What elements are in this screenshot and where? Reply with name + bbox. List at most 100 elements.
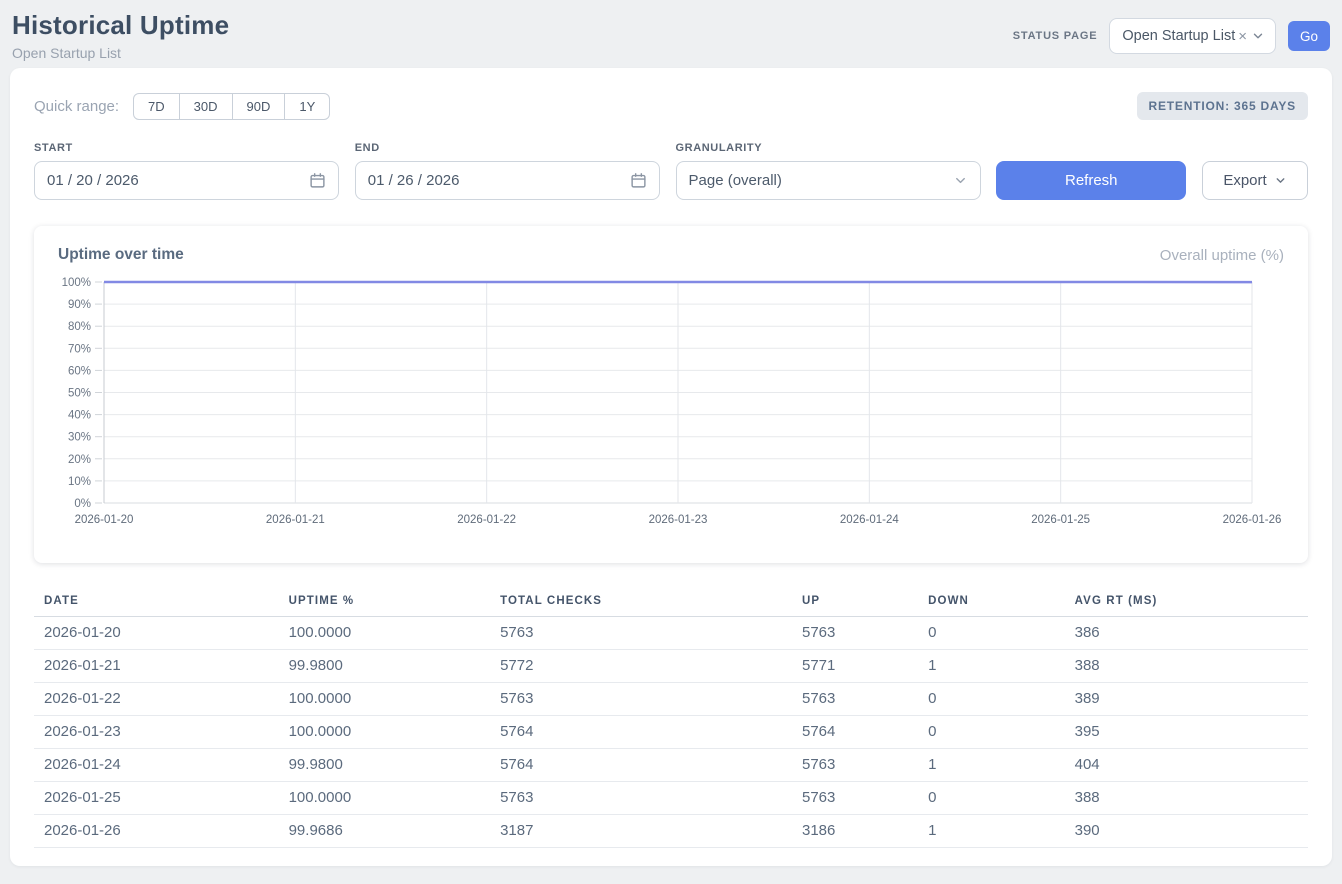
quick-range-30d[interactable]: 30D bbox=[179, 93, 233, 120]
calendar-icon[interactable] bbox=[630, 172, 647, 189]
table-cell: 388 bbox=[1065, 782, 1308, 815]
table-cell: 0 bbox=[918, 683, 1065, 716]
column-header-total-checks: TOTAL CHECKS bbox=[490, 587, 792, 617]
column-header-uptime-: UPTIME % bbox=[279, 587, 490, 617]
table-cell: 2026-01-24 bbox=[34, 749, 279, 782]
uptime-table: DATEUPTIME %TOTAL CHECKSUPDOWNAVG RT (MS… bbox=[34, 587, 1308, 848]
column-header-up: UP bbox=[792, 587, 918, 617]
uptime-chart-card: Uptime over time Overall uptime (%) 0%10… bbox=[34, 226, 1308, 563]
table-cell: 404 bbox=[1065, 749, 1308, 782]
end-date-input[interactable]: 01 / 26 / 2026 bbox=[355, 161, 660, 200]
svg-text:60%: 60% bbox=[68, 365, 91, 377]
svg-text:2026-01-22: 2026-01-22 bbox=[457, 514, 516, 526]
chart-header: Uptime over time Overall uptime (%) bbox=[58, 244, 1284, 274]
table-row: 2026-01-2499.9800576457631404 bbox=[34, 749, 1308, 782]
svg-text:80%: 80% bbox=[68, 321, 91, 333]
table-cell: 388 bbox=[1065, 650, 1308, 683]
table-cell: 0 bbox=[918, 716, 1065, 749]
clear-icon[interactable]: × bbox=[1238, 28, 1247, 45]
table-cell: 5764 bbox=[490, 749, 792, 782]
svg-text:40%: 40% bbox=[68, 410, 91, 422]
chart-legend: Overall uptime (%) bbox=[1160, 247, 1284, 264]
table-cell: 5763 bbox=[490, 782, 792, 815]
table-cell: 389 bbox=[1065, 683, 1308, 716]
table-cell: 100.0000 bbox=[279, 683, 490, 716]
granularity-select[interactable]: Page (overall) bbox=[676, 161, 981, 200]
table-cell: 386 bbox=[1065, 617, 1308, 650]
title-block: Historical Uptime Open Startup List bbox=[12, 10, 229, 61]
table-cell: 5772 bbox=[490, 650, 792, 683]
table-cell: 5763 bbox=[792, 749, 918, 782]
quick-range-7d[interactable]: 7D bbox=[133, 93, 180, 120]
table-cell: 100.0000 bbox=[279, 716, 490, 749]
quick-range-1y[interactable]: 1Y bbox=[284, 93, 330, 120]
main-panel: Quick range: 7D30D90D1Y RETENTION: 365 D… bbox=[10, 68, 1332, 866]
table-row: 2026-01-25100.0000576357630388 bbox=[34, 782, 1308, 815]
calendar-icon[interactable] bbox=[309, 172, 326, 189]
table-cell: 2026-01-22 bbox=[34, 683, 279, 716]
controls-row: START 01 / 20 / 2026 END 01 / 26 / 2026 … bbox=[34, 142, 1308, 200]
table-cell: 99.9800 bbox=[279, 650, 490, 683]
table-row: 2026-01-22100.0000576357630389 bbox=[34, 683, 1308, 716]
table-cell: 1 bbox=[918, 815, 1065, 848]
column-header-avg-rt-ms-: AVG RT (MS) bbox=[1065, 587, 1308, 617]
table-row: 2026-01-20100.0000576357630386 bbox=[34, 617, 1308, 650]
uptime-line-chart[interactable]: 0%10%20%30%40%50%60%70%80%90%100%2026-01… bbox=[58, 274, 1284, 536]
start-field: START 01 / 20 / 2026 bbox=[34, 142, 339, 200]
end-field: END 01 / 26 / 2026 bbox=[355, 142, 660, 200]
table-row: 2026-01-2699.9686318731861390 bbox=[34, 815, 1308, 848]
granularity-value: Page (overall) bbox=[689, 172, 782, 189]
granularity-label: GRANULARITY bbox=[676, 142, 981, 154]
table-cell: 5763 bbox=[792, 617, 918, 650]
table-cell: 99.9800 bbox=[279, 749, 490, 782]
quick-range-90d[interactable]: 90D bbox=[232, 93, 286, 120]
table-cell: 0 bbox=[918, 782, 1065, 815]
table-row: 2026-01-2199.9800577257711388 bbox=[34, 650, 1308, 683]
page-title: Historical Uptime bbox=[12, 10, 229, 41]
svg-text:2026-01-23: 2026-01-23 bbox=[649, 514, 708, 526]
table-cell: 100.0000 bbox=[279, 782, 490, 815]
end-date-value: 01 / 26 / 2026 bbox=[368, 172, 460, 189]
table-cell: 5763 bbox=[490, 617, 792, 650]
svg-text:2026-01-21: 2026-01-21 bbox=[266, 514, 325, 526]
page-header: Historical Uptime Open Startup List STAT… bbox=[0, 0, 1342, 68]
quick-range-row: Quick range: 7D30D90D1Y RETENTION: 365 D… bbox=[34, 92, 1308, 120]
table-cell: 5763 bbox=[792, 782, 918, 815]
export-button[interactable]: Export bbox=[1202, 161, 1308, 200]
svg-text:20%: 20% bbox=[68, 454, 91, 466]
table-cell: 0 bbox=[918, 617, 1065, 650]
table-cell: 2026-01-26 bbox=[34, 815, 279, 848]
table-cell: 3186 bbox=[792, 815, 918, 848]
table-cell: 2026-01-21 bbox=[34, 650, 279, 683]
table-cell: 5763 bbox=[490, 683, 792, 716]
table-cell: 3187 bbox=[490, 815, 792, 848]
svg-text:2026-01-20: 2026-01-20 bbox=[75, 514, 134, 526]
svg-text:10%: 10% bbox=[68, 476, 91, 488]
start-date-input[interactable]: 01 / 20 / 2026 bbox=[34, 161, 339, 200]
table-cell: 5764 bbox=[490, 716, 792, 749]
page-subtitle: Open Startup List bbox=[12, 45, 229, 61]
quick-range-group: 7D30D90D1Y bbox=[133, 93, 330, 120]
svg-text:2026-01-25: 2026-01-25 bbox=[1031, 514, 1090, 526]
chevron-down-icon bbox=[1251, 29, 1265, 43]
svg-text:70%: 70% bbox=[68, 343, 91, 355]
start-date-value: 01 / 20 / 2026 bbox=[47, 172, 139, 189]
table-cell: 5763 bbox=[792, 683, 918, 716]
table-cell: 2026-01-20 bbox=[34, 617, 279, 650]
header-actions: STATUS PAGE Open Startup List × Go bbox=[1013, 18, 1330, 54]
svg-text:50%: 50% bbox=[68, 388, 91, 400]
table-cell: 390 bbox=[1065, 815, 1308, 848]
go-button[interactable]: Go bbox=[1288, 21, 1330, 51]
status-page-select[interactable]: Open Startup List × bbox=[1109, 18, 1276, 54]
table-cell: 395 bbox=[1065, 716, 1308, 749]
column-header-down: DOWN bbox=[918, 587, 1065, 617]
svg-text:90%: 90% bbox=[68, 299, 91, 311]
granularity-field: GRANULARITY Page (overall) bbox=[676, 142, 981, 200]
refresh-button[interactable]: Refresh bbox=[996, 161, 1186, 200]
table-header: DATEUPTIME %TOTAL CHECKSUPDOWNAVG RT (MS… bbox=[34, 587, 1308, 617]
svg-text:100%: 100% bbox=[62, 277, 91, 289]
end-label: END bbox=[355, 142, 660, 154]
chart-title: Uptime over time bbox=[58, 246, 184, 264]
svg-text:2026-01-26: 2026-01-26 bbox=[1223, 514, 1282, 526]
start-label: START bbox=[34, 142, 339, 154]
